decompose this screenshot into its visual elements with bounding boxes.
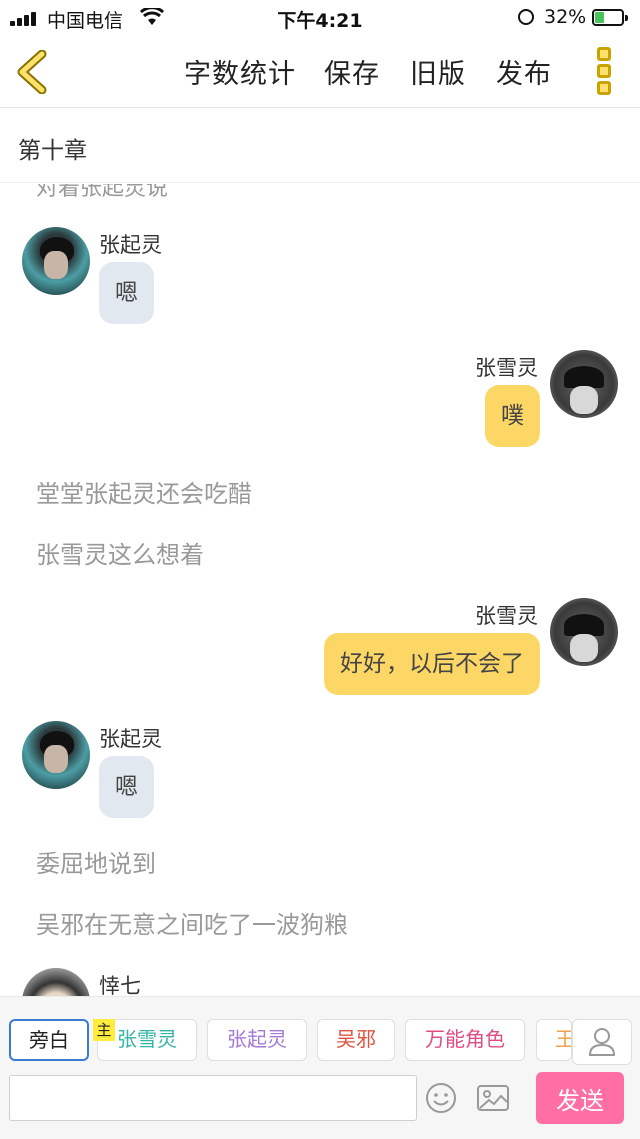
chapter-title: 第十章 [18,138,87,164]
avatar-zhang-xueling[interactable] [550,350,618,418]
user-icon [588,1028,616,1056]
narration-line[interactable]: 堂堂张起灵还会吃醋 [36,474,252,509]
composer-panel: 旁白 主 张雪灵 张起灵 吴邪 万能角色 王 发送 [0,996,640,1139]
save-button[interactable]: 保存 [324,52,380,91]
role-manage-button[interactable] [572,1019,632,1065]
emoji-icon[interactable] [425,1082,457,1114]
avatar-xing-qi[interactable] [22,968,90,996]
avatar-zhang-qiling[interactable] [22,227,90,295]
speaker-name: 悻七 [99,974,141,996]
message-bubble[interactable]: 噗 [485,385,540,447]
publish-button[interactable]: 发布 [496,52,552,91]
speaker-name: 张起灵 [99,233,162,257]
chapter-header[interactable]: 第十章 [0,109,640,183]
speaker-name: 张雪灵 [475,356,538,380]
word-count-button[interactable]: 字数统计 [184,52,296,91]
back-arrow-icon[interactable] [14,50,54,94]
message-bubble[interactable]: 好好，以后不会了 [324,633,540,695]
message-bubble[interactable]: 嗯 [99,756,154,818]
battery-percent: 32% [544,6,587,28]
speaker-name: 张起灵 [99,727,162,751]
battery-icon [592,9,628,26]
narration-line[interactable]: 吴邪在无意之间吃了一波狗粮 [36,905,348,940]
send-button[interactable]: 发送 [536,1072,624,1124]
partial-narration: 对着张起灵说 [36,184,169,201]
role-chip[interactable]: 王 [536,1019,572,1061]
speaker-name: 张雪灵 [475,604,538,628]
avatar-zhang-xueling[interactable] [550,598,618,666]
avatar-zhang-qiling[interactable] [22,721,90,789]
old-version-button[interactable]: 旧版 [410,52,466,91]
status-bar: 中国电信 下午4:21 32% [0,0,640,36]
role-chip-narrator[interactable]: 旁白 [9,1019,89,1061]
role-chip[interactable]: 张起灵 [207,1019,307,1061]
chat-area[interactable]: 对着张起灵说 张起灵 嗯 张雪灵 噗 堂堂张起灵还会吃醋 张雪灵这么想着 张雪灵… [0,184,640,996]
narration-line[interactable]: 委屈地说到 [36,844,156,879]
top-nav: 字数统计 保存 旧版 发布 [0,36,640,108]
host-badge: 主 [93,1019,115,1041]
narration-line[interactable]: 张雪灵这么想着 [36,535,204,570]
image-icon[interactable] [476,1083,510,1113]
role-chip[interactable]: 吴邪 [317,1019,395,1061]
role-chip[interactable]: 万能角色 [405,1019,525,1061]
message-input[interactable] [9,1075,417,1121]
message-bubble[interactable]: 嗯 [99,262,154,324]
orientation-lock-icon [518,9,534,25]
more-menu-icon[interactable] [597,47,613,97]
